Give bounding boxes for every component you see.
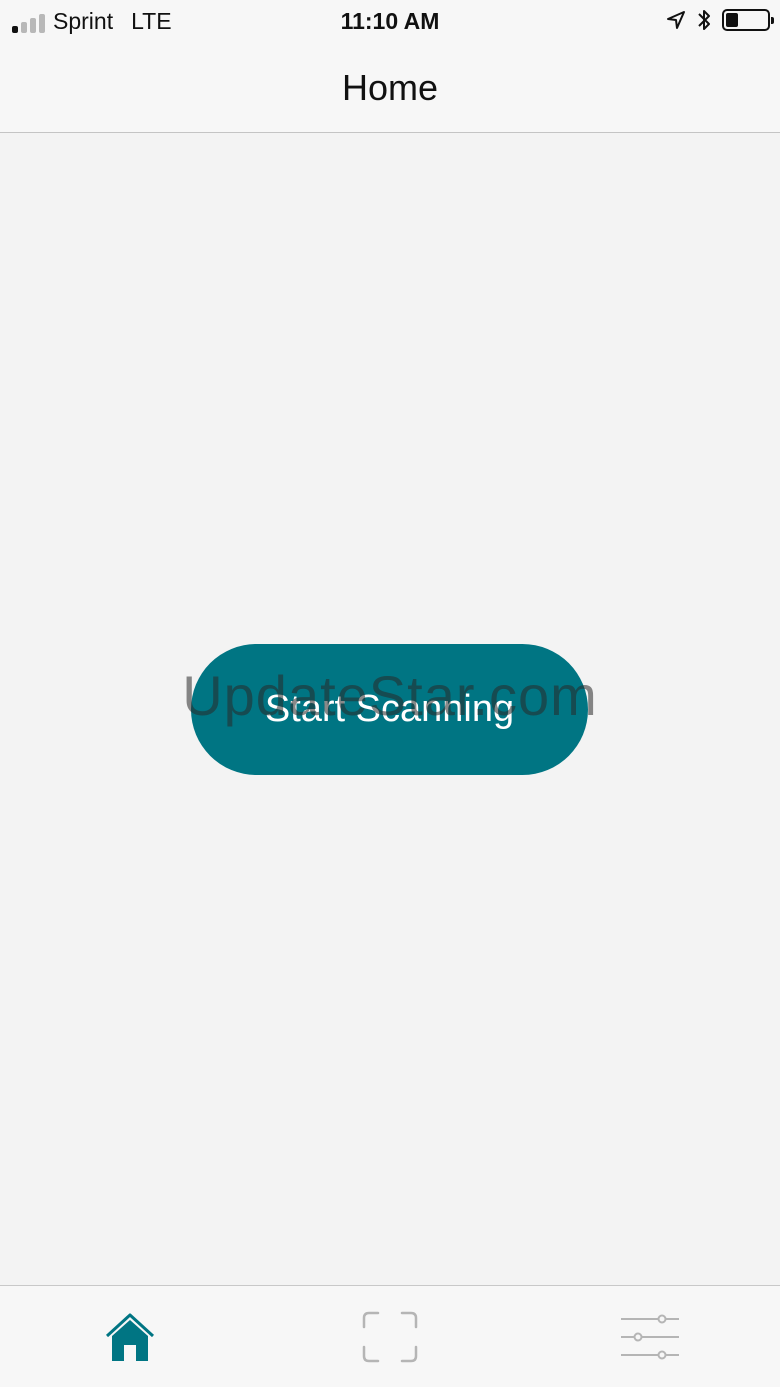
sliders-icon	[621, 1314, 679, 1359]
location-arrow-icon	[667, 11, 685, 29]
page-title: Home	[341, 67, 439, 108]
start-scanning-button[interactable]: Start Scanning	[191, 644, 588, 775]
tab-scan[interactable]	[260, 1286, 520, 1387]
battery-icon	[722, 9, 774, 31]
main-content: Start Scanning UpdateStar.com	[0, 133, 780, 1285]
tab-home[interactable]	[0, 1286, 260, 1387]
status-right	[666, 8, 774, 32]
scan-frame-icon	[362, 1311, 418, 1362]
bluetooth-icon	[698, 10, 710, 30]
navigation-bar: Home	[0, 44, 780, 133]
status-bar: Sprint LTE 11:10 AM	[0, 0, 780, 44]
tab-settings[interactable]	[520, 1286, 780, 1387]
status-time: 11:10 AM	[340, 8, 440, 34]
home-icon	[105, 1313, 155, 1361]
tab-bar	[0, 1285, 780, 1387]
